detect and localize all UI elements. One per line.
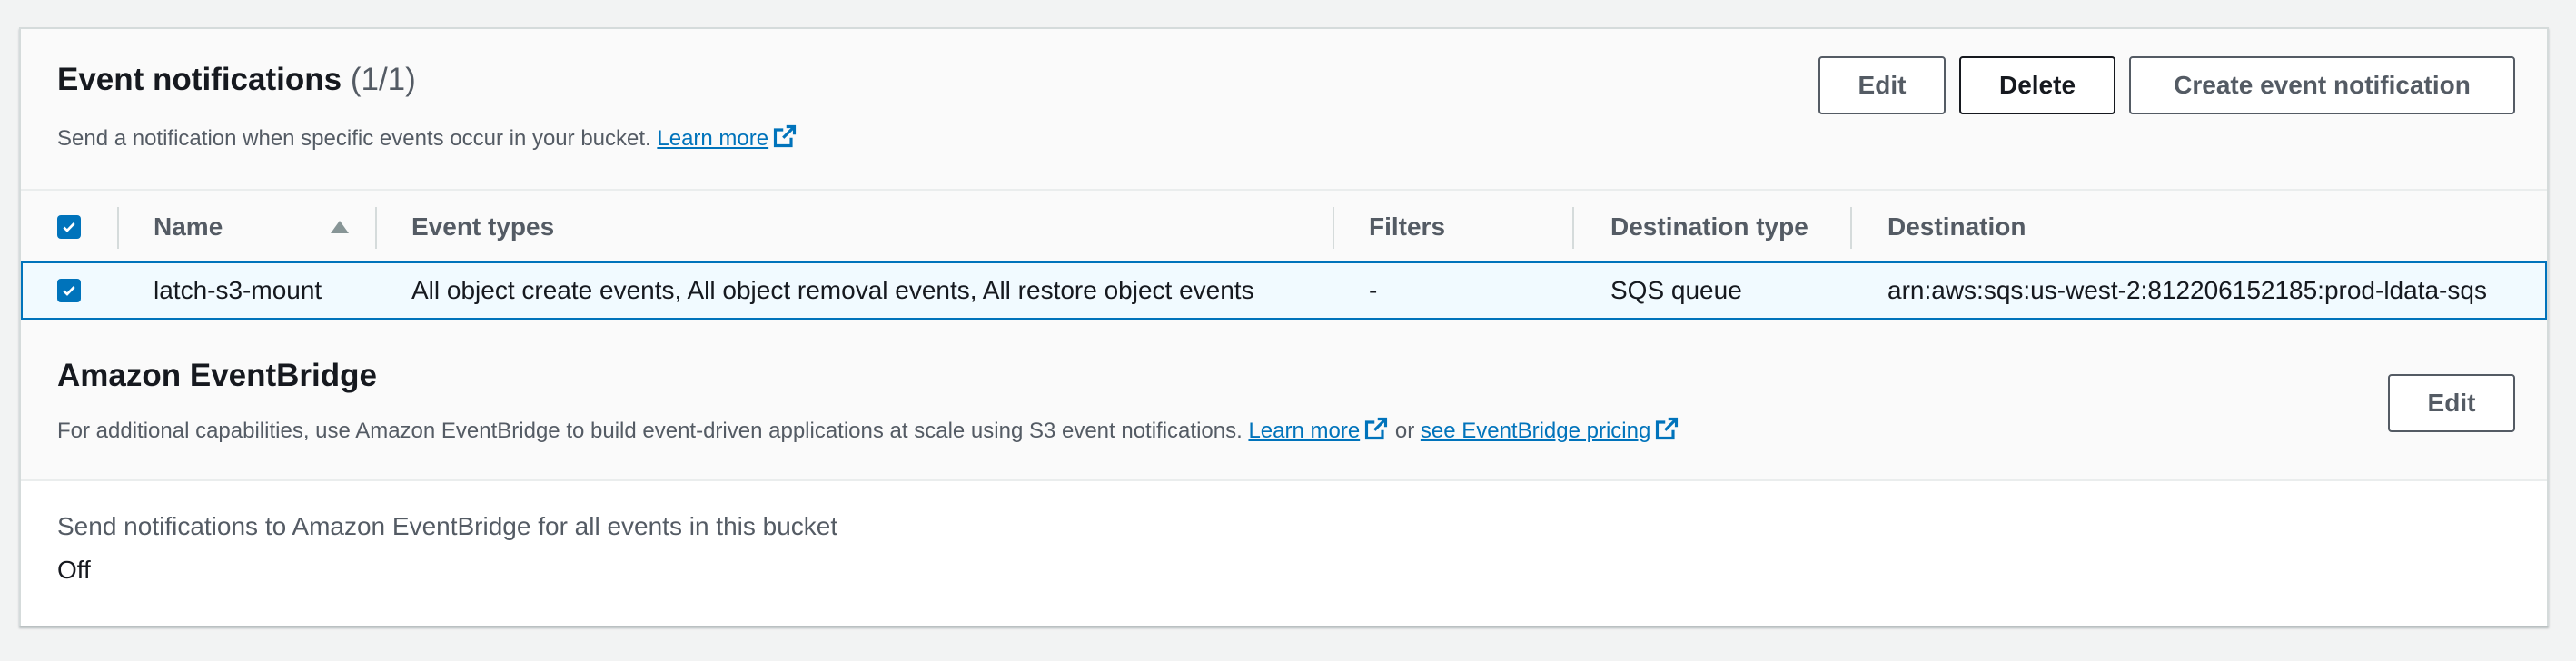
eventbridge-section: Amazon EventBridge For additional capabi… xyxy=(21,320,2547,479)
external-link-icon xyxy=(772,123,798,155)
column-divider xyxy=(1572,207,1574,249)
column-header-destination-type[interactable]: Destination type xyxy=(1610,191,1808,263)
eventbridge-learn-more-link[interactable]: Learn more xyxy=(1248,419,1360,443)
notification-count: (1/1) xyxy=(350,62,416,97)
row-checkbox[interactable] xyxy=(57,263,81,318)
eventbridge-setting: Send notifications to Amazon EventBridge… xyxy=(21,479,2547,626)
external-link-icon xyxy=(1654,416,1679,448)
cell-name: latch-s3-mount xyxy=(154,276,322,304)
cell-destination: arn:aws:sqs:us-west-2:812206152185:prod-… xyxy=(1887,276,2487,304)
column-divider xyxy=(1333,207,1334,249)
eventbridge-edit-button[interactable]: Edit xyxy=(2388,374,2515,432)
create-event-notification-button[interactable]: Create event notification xyxy=(2129,56,2515,114)
cell-destination-type: SQS queue xyxy=(1610,276,1742,304)
eventbridge-title: Amazon EventBridge xyxy=(57,358,377,393)
edit-button[interactable]: Edit xyxy=(1818,56,1946,114)
sort-ascending-icon[interactable] xyxy=(330,191,350,263)
cell-event-types: All object create events, All object rem… xyxy=(411,276,1254,304)
event-notifications-title: Event notifications (1/1) xyxy=(57,62,416,98)
setting-label: Send notifications to Amazon EventBridge… xyxy=(57,512,838,540)
eventbridge-description: For additional capabilities, use Amazon … xyxy=(57,416,1679,448)
table-row[interactable]: latch-s3-mount All object create events,… xyxy=(21,261,2547,320)
column-divider xyxy=(1850,207,1852,249)
column-header-event-types[interactable]: Event types xyxy=(411,191,554,263)
eventbridge-description-text: For additional capabilities, use Amazon … xyxy=(57,419,1243,443)
table-header: Name Event types Filters Destination typ… xyxy=(21,189,2547,267)
column-header-filters[interactable]: Filters xyxy=(1369,191,1445,263)
eventbridge-pricing-link[interactable]: see EventBridge pricing xyxy=(1421,419,1650,443)
delete-button[interactable]: Delete xyxy=(1959,56,2115,114)
select-all-checkbox[interactable] xyxy=(57,191,81,263)
event-notifications-panel: Event notifications (1/1) Send a notific… xyxy=(19,27,2549,626)
column-header-name[interactable]: Name xyxy=(154,191,223,263)
description-text: Send a notification when specific events… xyxy=(57,126,651,151)
column-header-destination[interactable]: Destination xyxy=(1887,191,2026,263)
cell-filters: - xyxy=(1369,276,1378,304)
event-notifications-description: Send a notification when specific events… xyxy=(57,123,798,155)
column-divider xyxy=(117,207,119,249)
or-text: or xyxy=(1394,419,1415,443)
external-link-icon xyxy=(1363,416,1389,448)
column-divider xyxy=(375,207,377,249)
learn-more-link[interactable]: Learn more xyxy=(657,126,768,151)
setting-value: Off xyxy=(57,556,91,584)
panel-title: Event notifications xyxy=(57,62,342,97)
